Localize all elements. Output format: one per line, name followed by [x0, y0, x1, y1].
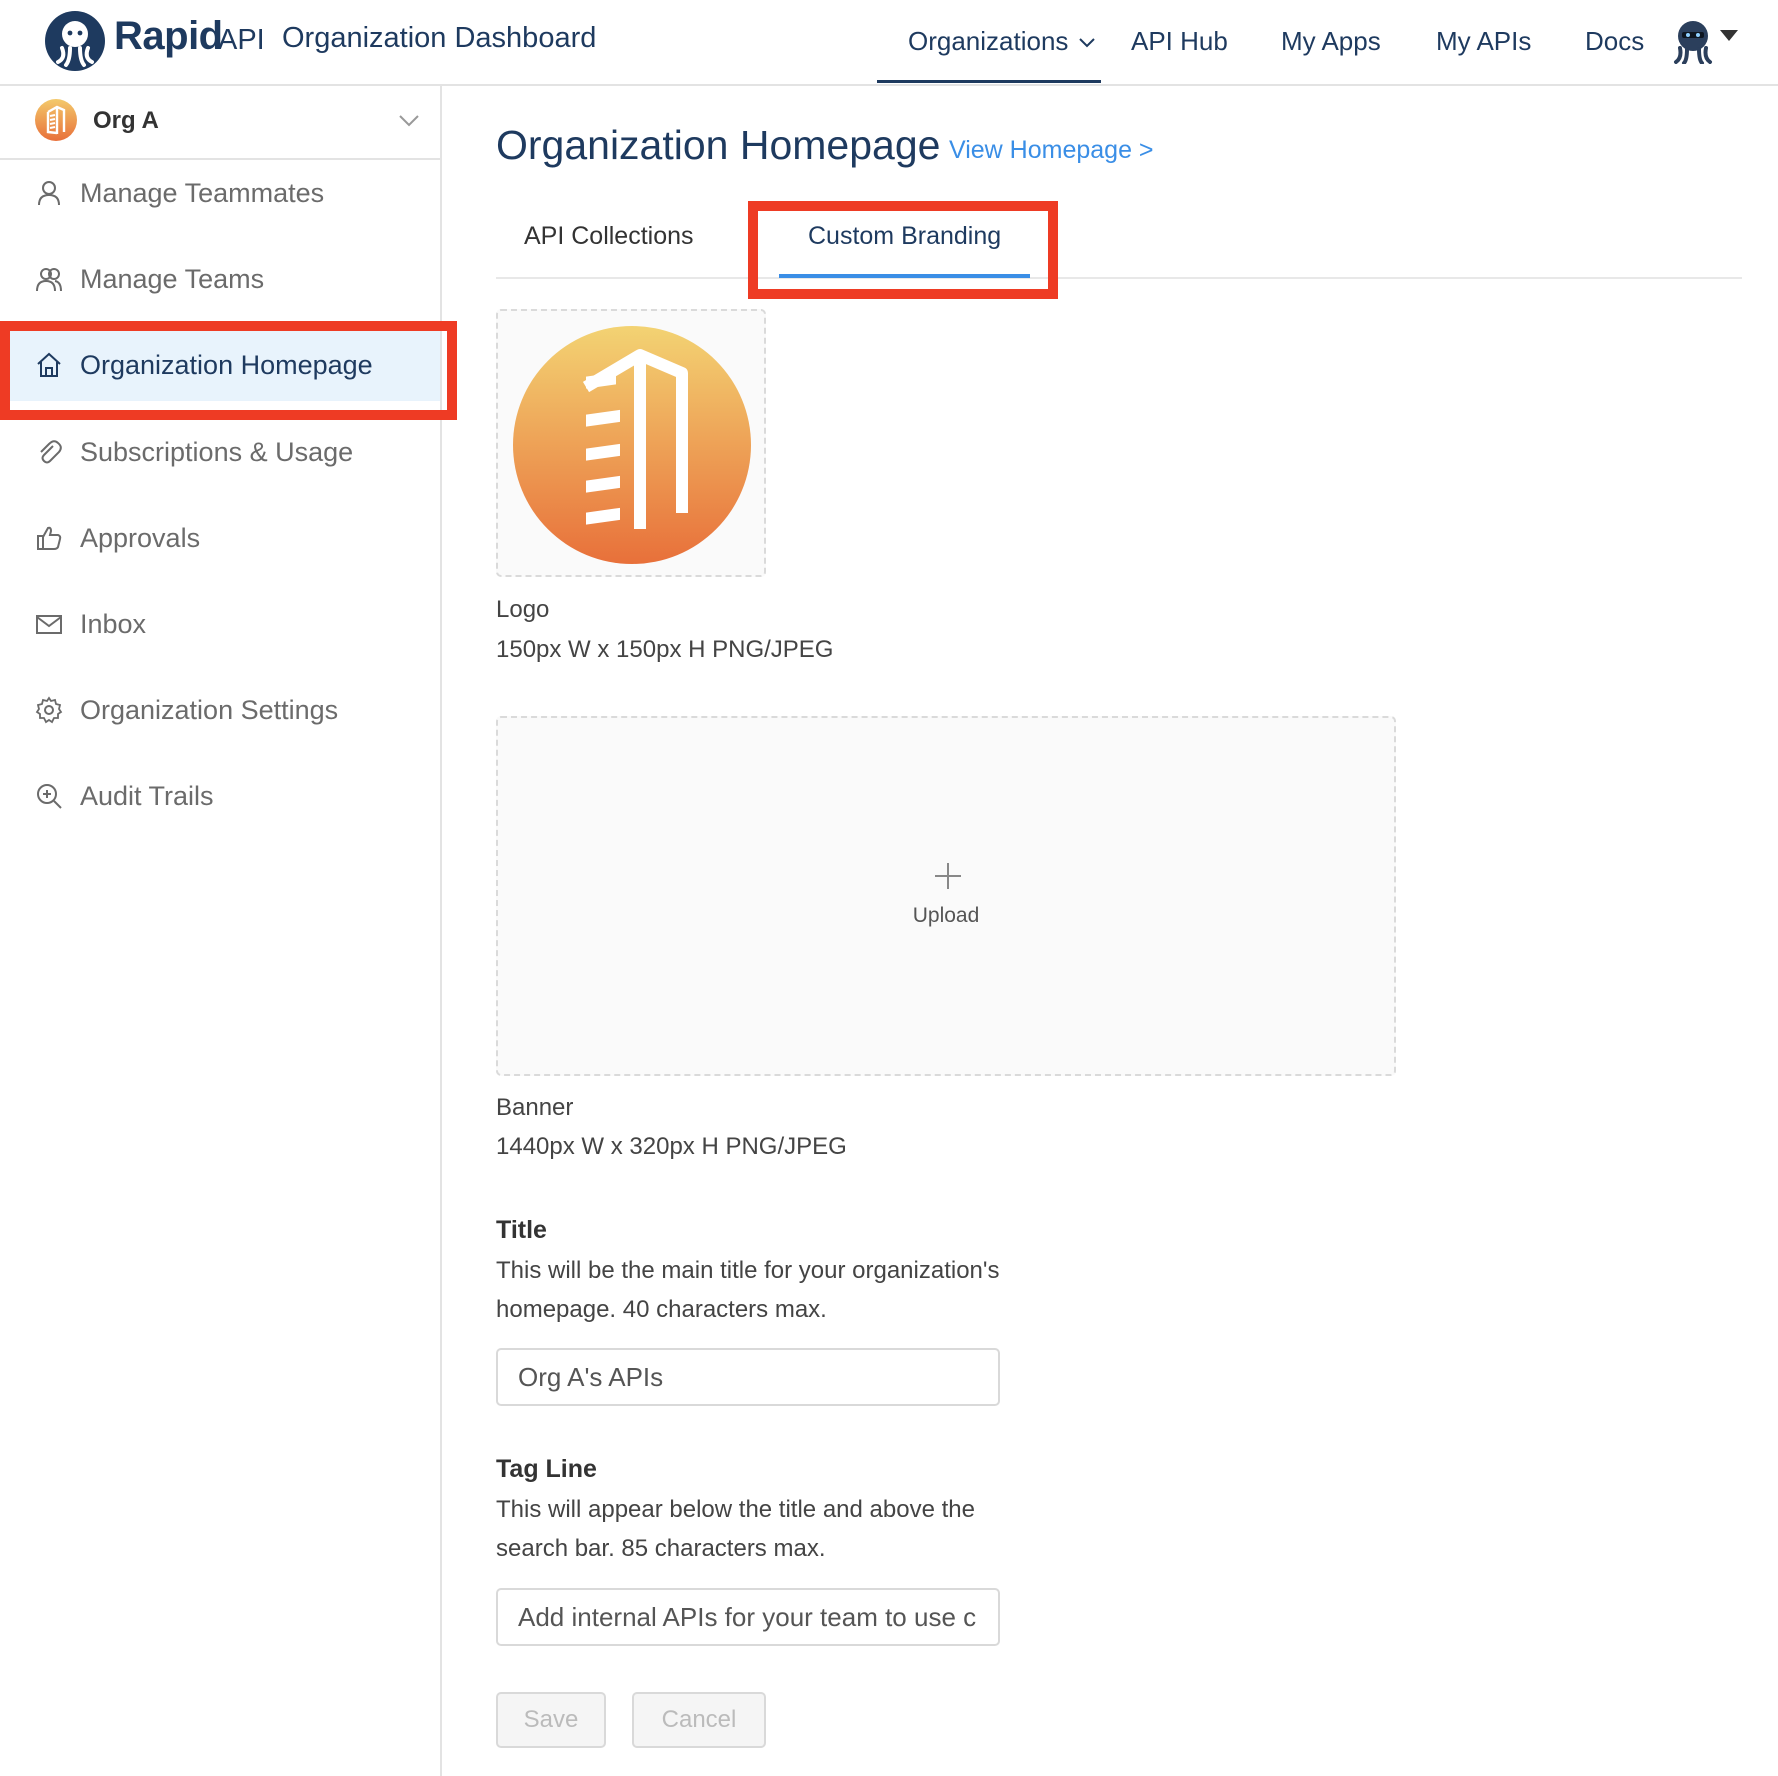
user-avatar-icon[interactable] — [1670, 18, 1716, 64]
zoom-plus-icon — [37, 784, 62, 809]
org-name: Org A — [93, 107, 159, 134]
top-header: Rapid API Organization Dashboard Organiz… — [0, 0, 1778, 86]
upload-label: Upload — [912, 904, 980, 927]
sidebar-item-manage-teams[interactable]: Manage Teams — [0, 245, 440, 315]
cancel-button[interactable]: Cancel — [632, 1692, 766, 1748]
title-field-label: Title — [496, 1216, 547, 1244]
sidebar-item-manage-teammates[interactable]: Manage Teammates — [0, 159, 440, 229]
sidebar-item-label: Audit Trails — [80, 781, 214, 811]
sidebar-item-label: Subscriptions & Usage — [80, 437, 354, 467]
nav-active-indicator — [877, 80, 1101, 83]
tab-active-indicator — [779, 274, 1030, 278]
tagline-input[interactable] — [496, 1588, 1000, 1646]
tab-custom-branding[interactable]: Custom Branding — [808, 222, 1001, 251]
brand-rapid-text: Rapid — [114, 14, 223, 58]
rapidapi-logo-icon[interactable] — [44, 10, 106, 72]
mail-icon — [36, 615, 62, 634]
title-input[interactable] — [496, 1348, 1000, 1406]
banner-spec: 1440px W x 320px H PNG/JPEG — [496, 1133, 847, 1160]
logo-spec: 150px W x 150px H PNG/JPEG — [496, 636, 834, 663]
nav-my-apis[interactable]: My APIs — [1436, 26, 1531, 57]
team-icon — [36, 268, 62, 292]
brand-api-text: API — [218, 24, 265, 56]
nav-my-apps[interactable]: My Apps — [1281, 26, 1381, 57]
sidebar-item-audit-trails[interactable]: Audit Trails — [0, 762, 440, 832]
plus-icon — [935, 863, 961, 889]
user-icon — [38, 181, 60, 206]
chevron-down-icon — [1078, 38, 1095, 48]
banner-label: Banner — [496, 1094, 574, 1121]
save-button[interactable]: Save — [496, 1692, 606, 1748]
thumbs-up-icon — [37, 526, 62, 550]
caret-down-icon[interactable] — [1720, 30, 1738, 42]
chevron-down-icon — [399, 115, 419, 127]
tagline-field-label: Tag Line — [496, 1455, 597, 1483]
sidebar-item-label: Approvals — [80, 523, 201, 553]
nav-docs[interactable]: Docs — [1585, 26, 1644, 57]
sidebar-item-label: Inbox — [80, 609, 147, 639]
org-logo-icon — [35, 99, 77, 141]
banner-upload-area[interactable]: Upload — [496, 716, 1396, 1076]
sidebar-item-label: Organization Settings — [80, 695, 339, 725]
paperclip-icon — [40, 440, 62, 464]
sidebar-item-label: Manage Teammates — [80, 178, 325, 208]
tabs-divider — [496, 277, 1742, 279]
logo-label: Logo — [496, 596, 550, 623]
sidebar-item-inbox[interactable]: Inbox — [0, 590, 440, 660]
nav-organizations-label: Organizations — [908, 26, 1069, 56]
nav-organizations[interactable]: Organizations — [908, 26, 1096, 57]
page-title: Organization Homepage — [496, 122, 941, 168]
home-icon — [37, 352, 61, 377]
app-title: Organization Dashboard — [282, 22, 597, 54]
sidebar-item-label: Organization Homepage — [80, 350, 373, 380]
title-field-help: This will be the main title for your org… — [496, 1257, 1000, 1323]
gear-icon — [35, 696, 63, 724]
org-switcher[interactable]: Org A — [0, 86, 440, 160]
sidebar-item-label: Manage Teams — [80, 264, 265, 294]
org-logo-preview-icon — [513, 326, 751, 564]
sidebar-item-organization-homepage[interactable]: Organization Homepage — [0, 331, 440, 401]
tagline-field-help: This will appear below the title and abo… — [496, 1496, 975, 1562]
logo-upload-area[interactable] — [496, 309, 766, 577]
sidebar-item-approvals[interactable]: Approvals — [0, 504, 440, 574]
sidebar-item-organization-settings[interactable]: Organization Settings — [0, 676, 440, 746]
view-homepage-link[interactable]: View Homepage > — [949, 136, 1154, 165]
nav-api-hub[interactable]: API Hub — [1131, 26, 1228, 57]
tab-api-collections[interactable]: API Collections — [524, 222, 694, 251]
sidebar-item-subscriptions-usage[interactable]: Subscriptions & Usage — [0, 418, 440, 488]
sidebar: Org A Manage Teammates Manage Teams Orga… — [0, 86, 442, 1776]
